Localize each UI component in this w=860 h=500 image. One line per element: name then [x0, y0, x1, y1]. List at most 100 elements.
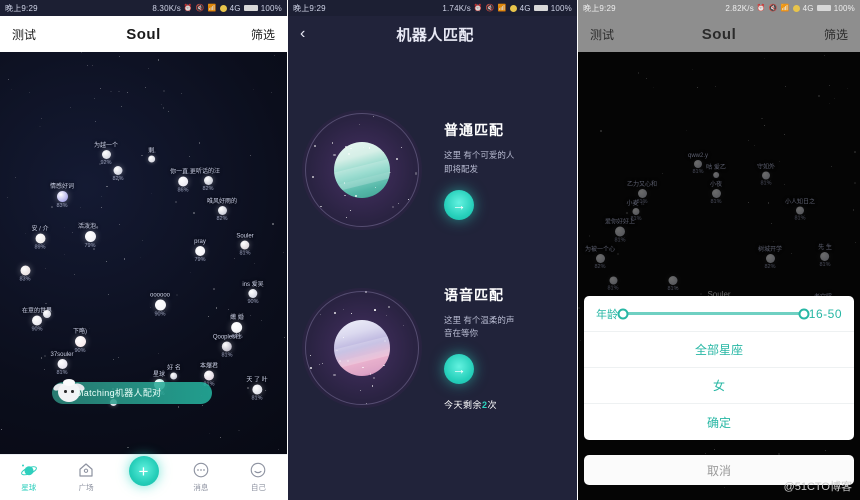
star-node-bubble[interactable]	[154, 299, 166, 311]
nav-filter-button[interactable]: 筛选	[251, 26, 275, 43]
star-node-bubble[interactable]	[595, 254, 605, 263]
star-node[interactable]: ins 爱吴 90%	[242, 279, 263, 305]
star-node-bubble[interactable]	[43, 310, 51, 318]
star-node-bubble[interactable]	[101, 150, 111, 159]
star-node[interactable]: 82%	[112, 166, 124, 182]
star-node-bubble[interactable]	[795, 206, 804, 215]
star-node[interactable]: 83%	[19, 265, 31, 283]
star-node[interactable]: 81%	[607, 276, 619, 292]
star-node-bubble[interactable]	[113, 166, 123, 175]
star-node[interactable]: 安 / 介 89%	[31, 224, 48, 251]
star-node[interactable]: 天 了 叶 81%	[246, 375, 267, 402]
planet-halo-voice	[302, 288, 422, 409]
star-node[interactable]: 好 名	[167, 363, 181, 380]
star-node-bubble[interactable]	[221, 341, 232, 352]
star-node[interactable]: 唯风好雨的 82%	[207, 196, 237, 222]
star-node[interactable]: 37souler 81%	[50, 352, 73, 376]
star-field-1[interactable]: 为越一个 92% 剩. 82% 你一直.更 86% 情感好词 83% 听话的汪 82% 唯风好雨的 8…	[0, 52, 287, 500]
star-node[interactable]: 小夜 81%	[710, 179, 722, 205]
back-chevron-icon[interactable]: ‹	[300, 26, 305, 42]
star-node-bubble[interactable]	[637, 189, 647, 198]
star-node-bubble[interactable]	[248, 289, 258, 298]
star-node-bubble[interactable]	[765, 254, 775, 263]
star-node[interactable]: 咕 爱乙	[706, 162, 726, 178]
star-node[interactable]: 树城开学 82%	[758, 244, 782, 270]
star-node-bubble[interactable]	[34, 233, 45, 244]
star-node-bubble[interactable]	[820, 252, 830, 261]
star-node-bubble[interactable]	[632, 208, 640, 215]
star-node[interactable]: oooooo 90%	[150, 293, 170, 318]
smile-icon[interactable]	[249, 461, 267, 479]
star-node[interactable]: 你一直.更 86%	[170, 167, 196, 194]
star-node[interactable]: 小人知日之 81%	[785, 197, 815, 222]
go-arrow-button-voice[interactable]: →	[444, 354, 474, 385]
star-node[interactable]: 情感好词 83%	[50, 181, 74, 209]
halo-spark	[344, 194, 346, 196]
star-node-bubble[interactable]	[761, 171, 770, 180]
match-row-normal[interactable]: 普通匹配 这里 有个可爱的人 即将配发 →	[302, 110, 514, 230]
nav-left-test[interactable]: 测试	[590, 26, 614, 43]
star-node-bubble[interactable]	[711, 189, 721, 198]
star-node[interactable]: 爱你好好上 81%	[605, 217, 635, 244]
star-node[interactable]: 先 生 81%	[818, 242, 832, 268]
star-node[interactable]: 为被一个心 82%	[585, 244, 615, 270]
age-slider-row[interactable]: 年龄 16-50	[584, 296, 854, 332]
plus-icon[interactable]: +	[128, 456, 159, 486]
star-node[interactable]: pray 79%	[194, 239, 206, 263]
tab-home-icon[interactable]: 广场	[57, 455, 114, 493]
star-node-bubble[interactable]	[693, 160, 702, 168]
zodiac-option[interactable]: 全部星座	[584, 332, 854, 368]
star-node-bubble[interactable]	[148, 155, 156, 163]
star-node-bubble[interactable]	[240, 240, 250, 250]
star-node-bubble[interactable]	[608, 276, 617, 285]
star-node-bubble[interactable]	[194, 246, 205, 256]
nav-filter-button[interactable]: 筛选	[824, 26, 848, 43]
star-node-bubble[interactable]	[203, 370, 214, 381]
match-row-voice[interactable]: 语音匹配 这里 有个温柔的声 音在等你 → 今天剩余2次	[302, 285, 514, 411]
star-node[interactable]: 剩.	[148, 146, 156, 163]
cancel-button[interactable]: 取消	[707, 462, 731, 479]
star-node-bubble[interactable]	[217, 206, 227, 215]
star-node-bubble[interactable]	[170, 372, 178, 380]
star-node-bubble[interactable]	[74, 336, 86, 347]
star-node-bubble[interactable]	[252, 384, 262, 395]
nav-left-test[interactable]: 测试	[12, 26, 36, 43]
age-slider-knob-max[interactable]	[798, 308, 810, 319]
star-node-bubble[interactable]	[56, 359, 67, 369]
star-node-bubble[interactable]	[177, 176, 188, 187]
star-node[interactable]: 听话的汪 82%	[196, 166, 220, 192]
star-node-bubble[interactable]	[84, 231, 96, 242]
star-node-bubble[interactable]	[614, 226, 625, 237]
matching-robot-label[interactable]: Matching机器人配对	[76, 386, 161, 399]
tab-chat-icon[interactable]: 消息	[172, 455, 229, 493]
gender-option[interactable]: 女	[584, 368, 854, 404]
chat-icon[interactable]	[192, 461, 210, 479]
star-node[interactable]: Qooples社 81%	[213, 332, 241, 359]
star-node[interactable]: 81%	[667, 276, 679, 292]
star-node[interactable]: 活泼泡。 79%	[78, 221, 102, 249]
star-node-bubble[interactable]	[31, 315, 42, 326]
star-node[interactable]: Souler 81%	[236, 234, 253, 257]
star-node-bubble[interactable]	[203, 176, 213, 185]
star-node[interactable]	[43, 310, 51, 318]
go-arrow-button-normal[interactable]: →	[444, 189, 474, 220]
age-slider-knob-min[interactable]	[617, 308, 629, 319]
star-dot	[215, 307, 218, 309]
star-node[interactable]: qww2.y 81%	[688, 153, 708, 175]
filter-sheet[interactable]: 年龄 16-50 全部星座 女 确定	[584, 296, 854, 440]
star-node[interactable]: 为越一个 92%	[94, 140, 118, 166]
star-node[interactable]: 守如外 81%	[757, 162, 775, 187]
star-node-bubble[interactable]	[668, 276, 678, 285]
tab-planet-icon[interactable]: 星球	[0, 455, 57, 493]
star-node-bubble[interactable]	[19, 265, 30, 276]
tab-smile-icon[interactable]: 自己	[230, 455, 287, 493]
bottom-tab-bar[interactable]: 星球 广场 + 消息 自己	[0, 454, 287, 500]
age-slider-track[interactable]	[617, 308, 810, 319]
star-node[interactable]: 下略) 90%	[73, 326, 87, 354]
tab-plus-icon[interactable]: +	[115, 455, 172, 489]
star-node-bubble[interactable]	[56, 191, 68, 202]
confirm-button[interactable]: 确定	[584, 404, 854, 440]
planet-icon[interactable]	[20, 461, 38, 479]
home-icon[interactable]	[77, 461, 95, 479]
star-node-bubble[interactable]	[712, 172, 719, 178]
